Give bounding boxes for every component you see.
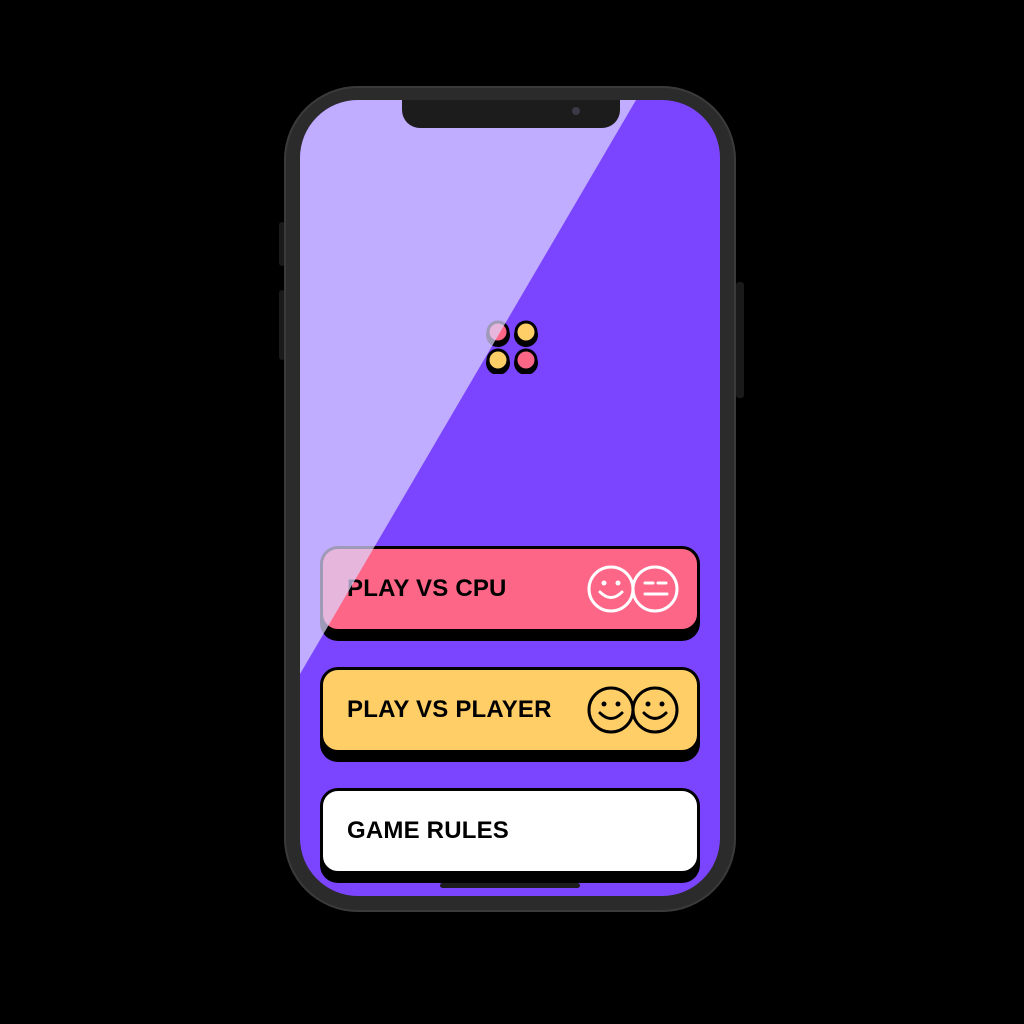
play-vs-cpu-label: PLAY VS CPU bbox=[347, 575, 507, 602]
screen-glare bbox=[300, 100, 636, 674]
player-vs-cpu-faces-icon bbox=[585, 563, 681, 615]
app-screen: PLAY VS CPU PLAY VS PLAYER GAME RULES bbox=[300, 100, 720, 896]
phone-notch bbox=[402, 100, 620, 128]
four-dots-logo-icon bbox=[484, 318, 540, 375]
home-indicator[interactable] bbox=[440, 883, 580, 888]
camera-icon bbox=[572, 107, 580, 115]
game-rules-button[interactable]: GAME RULES bbox=[320, 788, 700, 874]
player-vs-player-faces-icon bbox=[585, 684, 681, 736]
play-vs-player-label: PLAY VS PLAYER bbox=[347, 696, 552, 723]
phone-frame: PLAY VS CPU PLAY VS PLAYER GAME RULES bbox=[284, 86, 736, 912]
game-rules-label: GAME RULES bbox=[347, 817, 510, 844]
play-vs-player-button[interactable]: PLAY VS PLAYER bbox=[320, 667, 700, 753]
play-vs-cpu-button[interactable]: PLAY VS CPU bbox=[320, 546, 700, 632]
power-button bbox=[736, 282, 744, 398]
device-mockup: PLAY VS CPU PLAY VS PLAYER GAME RULES bbox=[0, 0, 1024, 1024]
